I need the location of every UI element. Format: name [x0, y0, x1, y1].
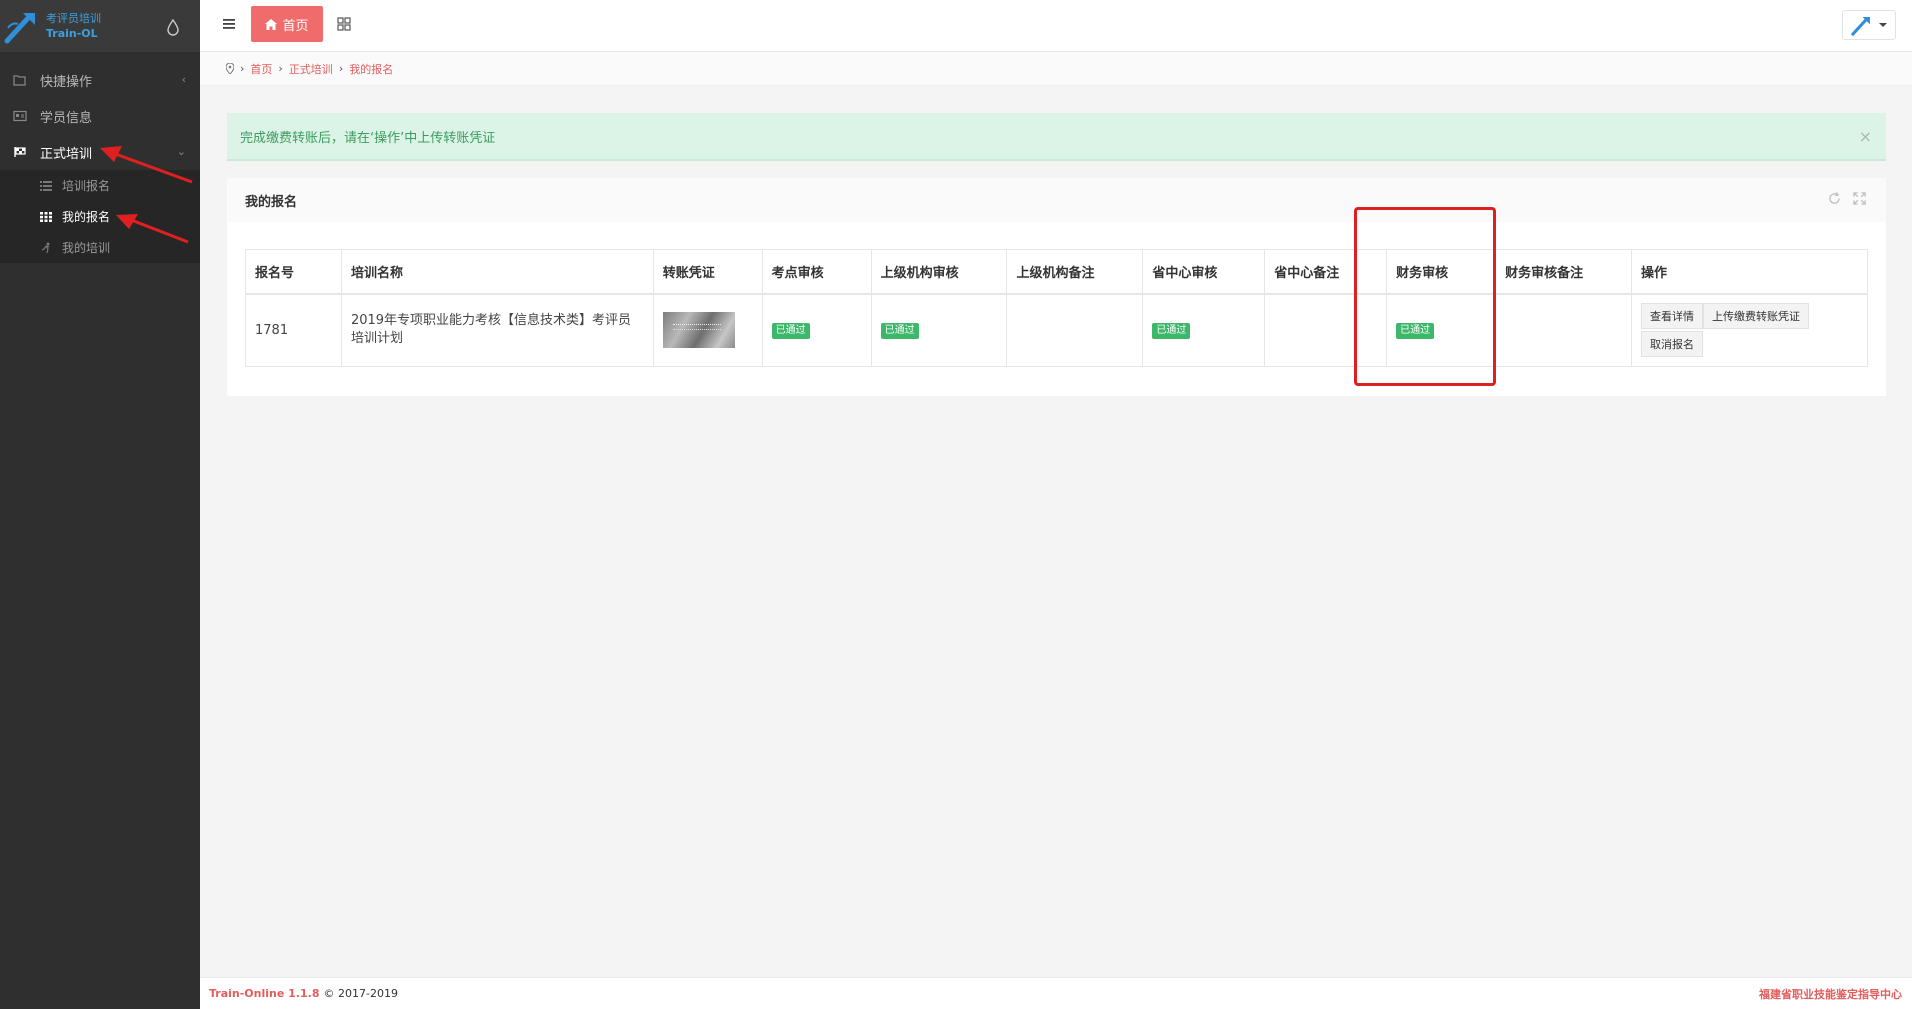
- col-header-province-note[interactable]: 省中心备注: [1264, 249, 1388, 295]
- topbar: 首页: [200, 0, 1912, 52]
- caret-down-icon: [1879, 23, 1887, 27]
- sidebar-item-my-signup[interactable]: 我的报名: [0, 201, 200, 232]
- col-header-actions: 操作: [1630, 249, 1869, 295]
- breadcrumb-home[interactable]: 首页: [250, 61, 272, 77]
- tab-home[interactable]: 首页: [251, 6, 323, 42]
- panel-title: 我的报名: [245, 194, 298, 210]
- sidebar-item-training-signup[interactable]: 培训报名: [0, 170, 200, 201]
- sidebar-item-label: 学员信息: [40, 110, 93, 126]
- col-header-superior-note[interactable]: 上级机构备注: [1006, 249, 1144, 295]
- info-alert: 完成缴费转账后，请在‘操作’中上传转账凭证 ×: [227, 113, 1886, 161]
- footer-org: 福建省职业技能鉴定指导中心: [1759, 987, 1902, 1001]
- sidebar: 考评员培训 Train-OL 快捷操作 ‹ 学员信息 正式培训 ⌄ 培训报名 我…: [0, 0, 200, 1009]
- apps-grid-icon[interactable]: [337, 17, 351, 31]
- home-icon: [265, 18, 278, 30]
- cell-superior-review: 已通过: [870, 293, 1008, 367]
- sidebar-item-label: 我的培训: [62, 241, 111, 255]
- sidebar-item-label: 我的报名: [62, 210, 111, 224]
- table-row: 1781 2019年专项职业能力考核【信息技术类】考评员培训计划 已通过 已通过…: [245, 293, 1869, 367]
- sidebar-item-label: 正式培训: [40, 146, 93, 162]
- footer-version: Train-Online 1.1.8: [209, 987, 320, 1000]
- col-header-name[interactable]: 培训名称: [340, 249, 654, 295]
- col-header-superior-review[interactable]: 上级机构审核: [870, 249, 1008, 295]
- breadcrumb-separator: ›: [240, 62, 245, 75]
- footer: Train-Online 1.1.8 © 2017-2019 福建省职业技能鉴定…: [200, 977, 1912, 1009]
- fullscreen-icon[interactable]: [1853, 192, 1866, 205]
- cell-name: 2019年专项职业能力考核【信息技术类】考评员培训计划: [340, 293, 654, 367]
- user-menu-button[interactable]: [1842, 10, 1896, 40]
- col-header-finance-note[interactable]: 财务审核备注: [1495, 249, 1632, 295]
- theme-drop-icon[interactable]: [166, 18, 180, 36]
- map-marker-icon: [226, 63, 234, 74]
- cell-finance-review: 已通过: [1386, 293, 1497, 367]
- cell-province-review: 已通过: [1142, 293, 1266, 367]
- grid-icon: [40, 211, 52, 223]
- id-card-icon: [12, 109, 28, 123]
- cell-actions: 查看详情 上传缴费转账凭证 取消报名: [1630, 293, 1869, 367]
- alert-text: 完成缴费转账后，请在‘操作’中上传转账凭证: [240, 130, 496, 146]
- brand-name-cn: 考评员培训: [46, 12, 101, 25]
- cancel-signup-button[interactable]: 取消报名: [1640, 331, 1703, 358]
- col-header-id[interactable]: 报名号: [245, 249, 342, 295]
- sidebar-item-formal-training[interactable]: 正式培训 ⌄: [0, 134, 200, 170]
- list-icon: [40, 180, 52, 192]
- status-badge: 已通过: [1396, 322, 1435, 339]
- status-badge: 已通过: [1152, 322, 1191, 339]
- col-header-voucher[interactable]: 转账凭证: [652, 249, 763, 295]
- cell-superior-note: [1006, 293, 1144, 367]
- col-header-site-review[interactable]: 考点审核: [761, 249, 872, 295]
- signup-table: 报名号 培训名称 转账凭证 考点审核 上级机构审核 上级机构备注 省中心审核 省…: [245, 249, 1869, 367]
- cell-id: 1781: [245, 293, 342, 367]
- panel-tools: [1828, 192, 1866, 205]
- upload-voucher-button[interactable]: 上传缴费转账凭证: [1702, 303, 1809, 330]
- cell-finance-note: [1495, 293, 1632, 367]
- brand-text: 考评员培训 Train-OL: [46, 11, 101, 41]
- folder-open-icon: [12, 73, 28, 87]
- flag-checkered-icon: [12, 145, 28, 159]
- chevron-left-icon: ‹: [181, 73, 186, 86]
- breadcrumb-separator: ›: [278, 62, 283, 75]
- close-icon[interactable]: ×: [1859, 127, 1872, 146]
- brand[interactable]: 考评员培训 Train-OL: [0, 0, 200, 52]
- view-details-button[interactable]: 查看详情: [1640, 303, 1703, 330]
- table-header-row: 报名号 培训名称 转账凭证 考点审核 上级机构审核 上级机构备注 省中心审核 省…: [245, 249, 1869, 295]
- status-badge: 已通过: [880, 322, 919, 339]
- sidebar-item-my-training[interactable]: 我的培训: [0, 232, 200, 263]
- runner-icon: [40, 242, 52, 254]
- breadcrumb-my-signup[interactable]: 我的报名: [349, 61, 393, 77]
- sidebar-item-shortcuts[interactable]: 快捷操作 ‹: [0, 62, 200, 98]
- tab-home-label: 首页: [282, 18, 309, 34]
- sidebar-item-label: 快捷操作: [40, 74, 93, 90]
- signup-panel: 我的报名 报名号 培训名称 转账凭证 考点审核 上级机构审核 上级机构备注 省中…: [227, 178, 1886, 396]
- sidebar-nav: 快捷操作 ‹ 学员信息 正式培训 ⌄ 培训报名 我的报名 我的培训: [0, 52, 200, 263]
- breadcrumb: › 首页 › 正式培训 › 我的报名: [200, 52, 1912, 86]
- footer-copyright: © 2017-2019: [323, 987, 398, 1000]
- chevron-down-icon: ⌄: [176, 145, 186, 158]
- cell-site-review: 已通过: [761, 293, 872, 367]
- breadcrumb-separator: ›: [338, 62, 344, 75]
- col-header-province-review[interactable]: 省中心审核: [1142, 249, 1266, 295]
- voucher-thumbnail[interactable]: [662, 312, 735, 349]
- col-header-finance-review[interactable]: 财务审核: [1386, 249, 1497, 295]
- status-badge: 已通过: [771, 322, 810, 339]
- cell-province-note: [1264, 293, 1388, 367]
- cell-voucher: [652, 293, 763, 367]
- sidebar-submenu: 培训报名 我的报名 我的培训: [0, 170, 200, 263]
- refresh-icon[interactable]: [1828, 192, 1841, 205]
- panel-header: 我的报名: [227, 178, 1886, 222]
- sidebar-item-student-info[interactable]: 学员信息: [0, 98, 200, 134]
- brand-logo-icon: [4, 13, 35, 44]
- user-avatar-icon: [1851, 17, 1870, 36]
- action-buttons: 查看详情 上传缴费转账凭证 取消报名: [1640, 303, 1821, 358]
- sidebar-item-label: 培训报名: [62, 179, 111, 193]
- hamburger-icon[interactable]: [222, 17, 236, 31]
- breadcrumb-formal-training[interactable]: 正式培训: [289, 61, 333, 77]
- brand-name-en: Train-OL: [46, 27, 98, 40]
